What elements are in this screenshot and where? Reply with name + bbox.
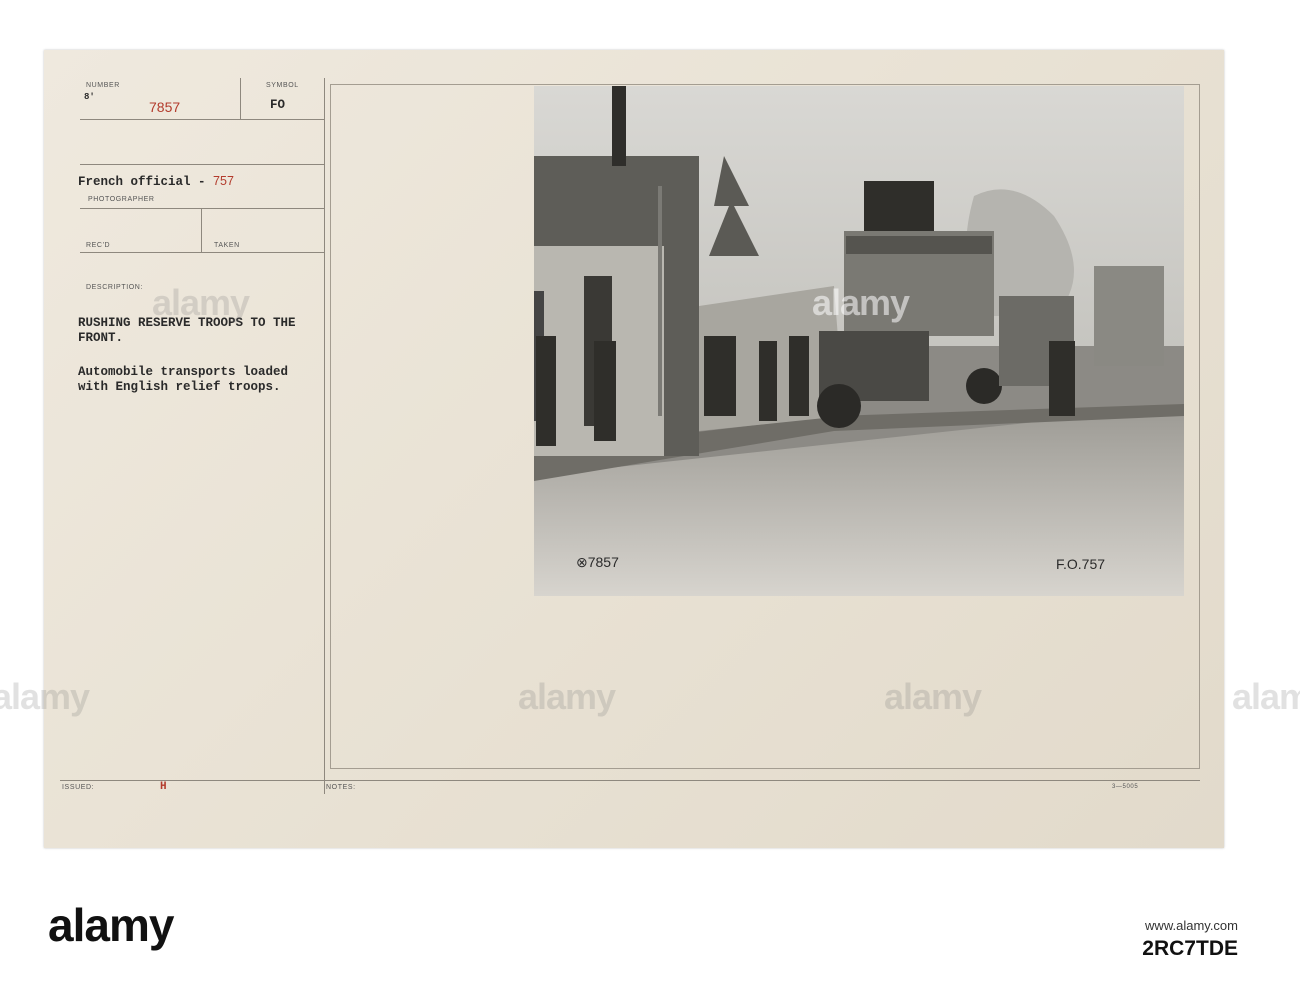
rule-recd-divider (201, 208, 202, 252)
pole (658, 186, 662, 416)
photograph: ⊗7857 F.O.757 (534, 86, 1184, 596)
watermark: alamy (884, 676, 982, 717)
truck-top (846, 236, 992, 254)
chimney (612, 86, 626, 166)
notes-label: NOTES: (326, 784, 356, 791)
watermark: alamy (1232, 676, 1300, 717)
photographer-value: French official - 757 (78, 174, 234, 189)
truck-distant (1094, 266, 1164, 366)
issued-value: H (160, 781, 167, 793)
watermark: alamy (152, 282, 250, 323)
symbol-label: SYMBOL (266, 82, 299, 89)
ink-number-right: F.O.757 (1056, 556, 1106, 572)
form-code: 3—5005 (1112, 784, 1139, 790)
rule-recd-bottom (80, 252, 324, 253)
watermark: alamy (0, 676, 90, 717)
rule-photographer-bottom (80, 208, 324, 209)
alamy-logo[interactable]: alamy (48, 898, 174, 952)
image-id: 2RC7TDE (1142, 937, 1238, 960)
rule-number-bottom (80, 119, 324, 120)
site-url[interactable]: www.alamy.com (1145, 918, 1238, 933)
rule-photographer-top (80, 164, 324, 165)
watermark: alamy (812, 282, 910, 323)
rule-number-divider (240, 78, 241, 120)
taken-label: TAKEN (214, 242, 240, 249)
description-body: Automobile transports loaded with Englis… (78, 365, 289, 394)
description-label: DESCRIPTION: (86, 284, 143, 291)
street-scene-illustration (534, 86, 1184, 596)
ink-number-left: ⊗7857 (576, 554, 619, 570)
footer-bar (0, 892, 1300, 982)
symbol-value: FO (270, 98, 286, 112)
truck-wheel-rear (966, 368, 1002, 404)
number-prefix: 8' (84, 92, 95, 102)
watermark: alamy (518, 676, 616, 717)
issued-label: ISSUED: (62, 784, 95, 791)
recd-label: REC'D (86, 242, 111, 249)
number-value: 7857 (149, 99, 181, 115)
rule-issued (60, 780, 1200, 781)
truck-wheel-front (817, 384, 861, 428)
rule-left-column (324, 78, 325, 794)
number-label: NUMBER (86, 82, 120, 89)
photographer-label: PHOTOGRAPHER (88, 196, 155, 203)
